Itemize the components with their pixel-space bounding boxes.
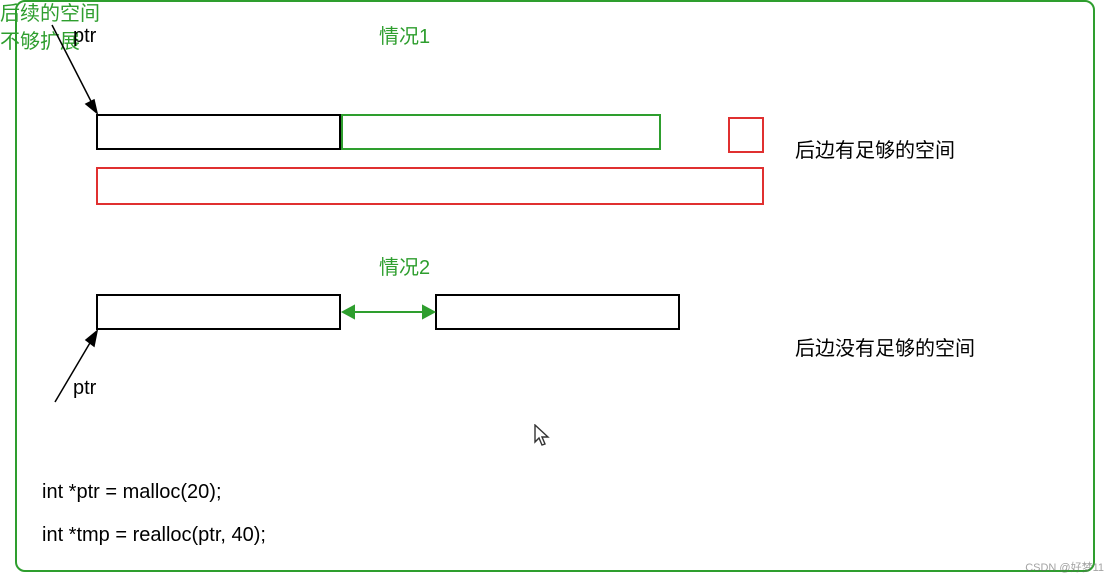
code-line-2: int *tmp = realloc(ptr, 40);: [42, 524, 266, 547]
next-block-marker: [728, 117, 764, 153]
case2-right-caption: 后边没有足够的空间: [795, 332, 975, 361]
original-block-case2: [96, 294, 341, 330]
ptr-label-case1: ptr: [73, 25, 96, 48]
adjacent-block-case2: [435, 294, 680, 330]
case1-title: 情况1: [379, 20, 430, 49]
resulting-block-case1: [96, 167, 764, 205]
code-line-1: int *ptr = malloc(20);: [42, 481, 222, 504]
watermark-text: CSDN @好梦11: [1025, 559, 1104, 575]
cursor-icon: [534, 424, 552, 448]
original-block-case1: [96, 114, 341, 150]
ptr-label-case2: ptr: [73, 377, 96, 400]
extension-block-case1: [341, 114, 661, 150]
case2-title: 情况2: [379, 251, 430, 280]
case1-right-caption: 后边有足够的空间: [795, 134, 955, 163]
